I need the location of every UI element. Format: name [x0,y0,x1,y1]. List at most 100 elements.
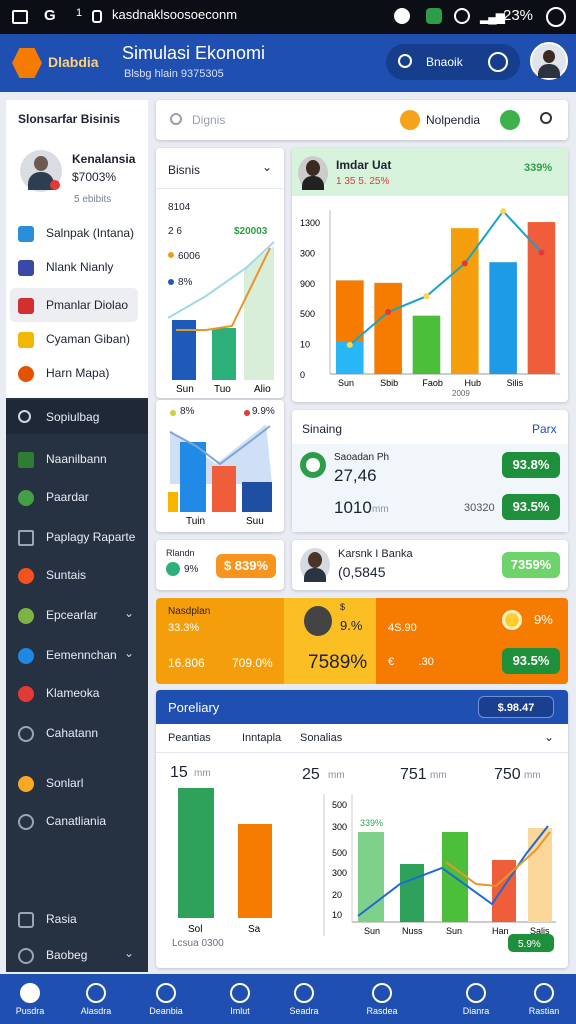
avatar[interactable] [304,606,332,636]
line-point [385,309,392,316]
pen-icon [18,490,34,506]
bottom-nav: Pusdra Alasdra Deanbia Imlut Seadra Rasd… [0,974,576,1024]
bar-mark [489,262,517,374]
profile-value: $7003% [72,170,117,184]
card-title: Sinaing [302,422,343,436]
chevron-down-icon[interactable]: ⌄ [124,646,134,660]
karsh-pill[interactable]: 7359% [502,552,560,578]
person-icon [156,983,176,1003]
bar-mark [168,492,178,512]
sidebar-item-2[interactable]: Nlank Nianly [6,250,148,284]
chart-footer: 2009 [452,389,470,398]
chat-icon[interactable] [500,110,520,130]
search-icon-2[interactable] [540,112,552,124]
small-pill[interactable]: $ 839% [216,554,276,578]
bisnis-v2: 2 6 [168,226,182,237]
karsh-name: Karsnk I Banka [338,548,413,560]
avatar[interactable] [300,548,330,582]
sidebar-dark-item-10[interactable]: Sonlarl [6,766,148,800]
bar-mark [178,788,214,918]
portfolio-pill[interactable]: $.98.47 [478,696,554,718]
sidebar: Slonsarfar Bisinis Kenalansia $7003% 5 e… [6,100,148,972]
x-tick: Sun [446,926,462,936]
sidebar-item-4[interactable]: Cyaman Giban) [6,322,148,356]
app-bar: Dlabdia Simulasi Ekonomi Blsbg hlain 937… [0,34,576,92]
sidebar-item-5[interactable]: Harn Mapa) [6,356,148,390]
search-button[interactable]: Nolpendia [426,113,480,127]
nav-5[interactable]: Seadra [274,974,334,1024]
chevron-down-icon[interactable]: ⌄ [544,730,554,744]
band-right-pct: 9% [534,612,553,627]
sidebar-dark-item-7[interactable]: Eemennchan ⌄ [6,638,148,672]
x-tick: Faob [422,378,443,388]
image-icon [18,912,34,928]
sidebar-dark-item-2[interactable]: Naanilbann [6,442,148,476]
search-box[interactable]: Bnaoik [386,44,520,80]
chart-pct: 339% [360,818,383,828]
card-link[interactable]: Parx [532,422,557,436]
chevron-down-icon[interactable]: ⌄ [124,946,134,960]
portfolio-footer: Lcsua 0300 [172,938,224,949]
tab-1[interactable]: Peantias [168,732,211,744]
nav-7[interactable]: Dianra [446,974,506,1024]
nav-2[interactable]: Alasdra [66,974,126,1024]
portfolio-title: Poreliary [168,700,220,715]
profile-avatar[interactable] [20,150,62,192]
nav-label: Deanbia [149,1006,183,1016]
gear-icon [18,608,34,624]
globe-icon[interactable] [488,52,508,72]
stat-3-unit: mm [430,770,447,781]
nav-label: Pusdra [15,1006,45,1016]
search-input[interactable]: Dignis [192,113,225,127]
search-icon [18,410,31,423]
avatar[interactable] [530,42,568,80]
check-icon [372,983,392,1003]
sidebar-dark-item-3[interactable]: Paardar [6,480,148,514]
small-pct: 9% [184,564,199,575]
avatar[interactable] [298,156,328,190]
bisnis-lower-chart: Tuin Suu [168,424,272,527]
band-right-b: € .30 [388,656,434,668]
tab-2[interactable]: Inntapla [242,732,281,744]
stat-2: 25 [302,766,320,783]
x-tick: Sbib [380,378,398,388]
nav-6[interactable]: Rasdea [352,974,412,1024]
sinaing-pill-2[interactable]: 93.5% [502,494,560,520]
sidebar-dark-item-6[interactable]: Epcearlar ⌄ [6,598,148,632]
bar-mark [242,482,272,512]
sidebar-dark-item-13[interactable]: Baobeg ⌄ [6,938,148,972]
doc-icon [18,452,34,468]
card-subtitle: 1 35 5. 25% [336,176,390,187]
stat-2-unit: mm [328,770,345,781]
logo-icon [12,48,42,78]
sidebar-dark-item-1[interactable]: Sopiulbag [6,400,148,434]
sidebar-item-label: Eemennchan [46,648,117,662]
portfolio-pill-2[interactable]: 5.9% [518,939,541,950]
settings-icon[interactable] [546,7,566,27]
nav-home[interactable]: Pusdra [0,974,60,1024]
nav-4[interactable]: Imlut [210,974,270,1024]
band-mid-pct: 9.% [340,618,363,633]
url-text[interactable]: kasdnaklsoosoeconm [112,7,237,22]
burst-icon [18,686,34,702]
sidebar-dark-item-12[interactable]: Rasia [6,902,148,936]
tab-3[interactable]: Sonalias [300,732,342,744]
sidebar-dark-item-9[interactable]: Cahatann [6,716,148,750]
band-pill[interactable]: 93.5% [502,648,560,674]
sidebar-dark-item-5[interactable]: Suntais [6,558,148,592]
chevron-down-icon[interactable]: ⌄ [262,160,272,174]
sidebar-dark-item-11[interactable]: Canatliania [6,804,148,838]
sidebar-item-1[interactable]: Salnpak (Intana) [6,216,148,250]
line-point [423,293,430,300]
sinaing-pill-1[interactable]: 93.8% [502,452,560,478]
karsh-value: (0,5845 [338,564,386,580]
nav-3[interactable]: Deanbia [136,974,196,1024]
chevron-down-icon[interactable]: ⌄ [124,606,134,620]
sidebar-item-3-active[interactable]: Pmanlar Diolao [10,288,138,322]
sidebar-dark-item-8[interactable]: Klameoka [6,676,148,710]
sidebar-dark-item-4[interactable]: Paplagy Raparte [6,520,148,554]
bar-mark [412,315,441,374]
nav-8[interactable]: Rastian [514,974,574,1024]
card-small: Rlandn 9% $ 839% [156,540,284,590]
bar-mark [358,832,384,922]
